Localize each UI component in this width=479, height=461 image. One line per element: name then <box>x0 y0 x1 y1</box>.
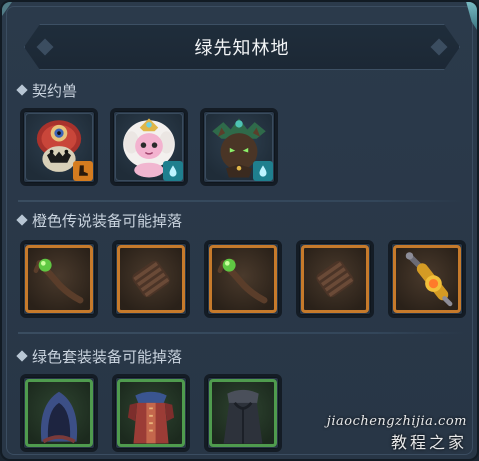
hood-icon <box>40 391 78 444</box>
green-orb-staff-icon <box>217 258 268 304</box>
green-item-slot[interactable] <box>20 374 98 452</box>
pet-slot-pink-mage-spirit[interactable] <box>110 108 188 186</box>
orange-item-slot[interactable] <box>296 240 374 318</box>
red-robe-icon <box>127 391 175 444</box>
dungeon-info-panel: 绿先知林地 契约兽 橙色传说装备可能掉落 绿色套装装备可能掉落 jiaochen… <box>0 0 479 461</box>
section-divider <box>18 200 464 202</box>
green-item-slot[interactable] <box>204 374 282 452</box>
section-label: 绿色套装装备可能掉落 <box>32 347 183 366</box>
section-header-green-drops: 绿色套装装备可能掉落 <box>16 346 183 366</box>
section-header-pets: 契约兽 <box>16 80 78 100</box>
section-label: 契约兽 <box>32 81 78 100</box>
section-label: 橙色传说装备可能掉落 <box>32 211 183 230</box>
site-watermark: jiaochengzhijia.com 教程之家 <box>327 414 467 453</box>
golden-scepter-icon <box>405 252 453 307</box>
green-orb-staff-icon <box>33 258 84 304</box>
panel-corner-ornament <box>466 2 477 30</box>
diamond-bullet-icon <box>16 214 28 226</box>
title-bar: 绿先知林地 <box>24 24 460 70</box>
water-drop-icon <box>253 161 273 181</box>
panel-corner-ornament <box>2 2 12 16</box>
dark-cloak-icon <box>223 389 263 444</box>
orange-item-slot[interactable] <box>388 240 466 318</box>
watermark-text: 教程之家 <box>390 433 467 452</box>
section-header-orange-drops: 橙色传说装备可能掉落 <box>16 210 183 230</box>
diamond-bullet-icon <box>16 84 28 96</box>
bracer-icon <box>316 260 354 298</box>
orange-item-slot[interactable] <box>204 240 282 318</box>
orange-item-slot[interactable] <box>20 240 98 318</box>
orange-item-slot[interactable] <box>112 240 190 318</box>
green-item-slot[interactable] <box>112 374 190 452</box>
diamond-bullet-icon <box>16 350 28 362</box>
boot-icon <box>73 161 93 181</box>
pet-slot-red-hooded-beast[interactable] <box>20 108 98 186</box>
watermark-url: jiaochengzhijia.com <box>326 414 467 429</box>
water-drop-icon <box>163 161 183 181</box>
bracer-icon <box>132 260 170 298</box>
dungeon-title: 绿先知林地 <box>194 38 290 59</box>
section-divider <box>18 332 464 334</box>
pet-slot-forest-treant[interactable] <box>200 108 278 186</box>
